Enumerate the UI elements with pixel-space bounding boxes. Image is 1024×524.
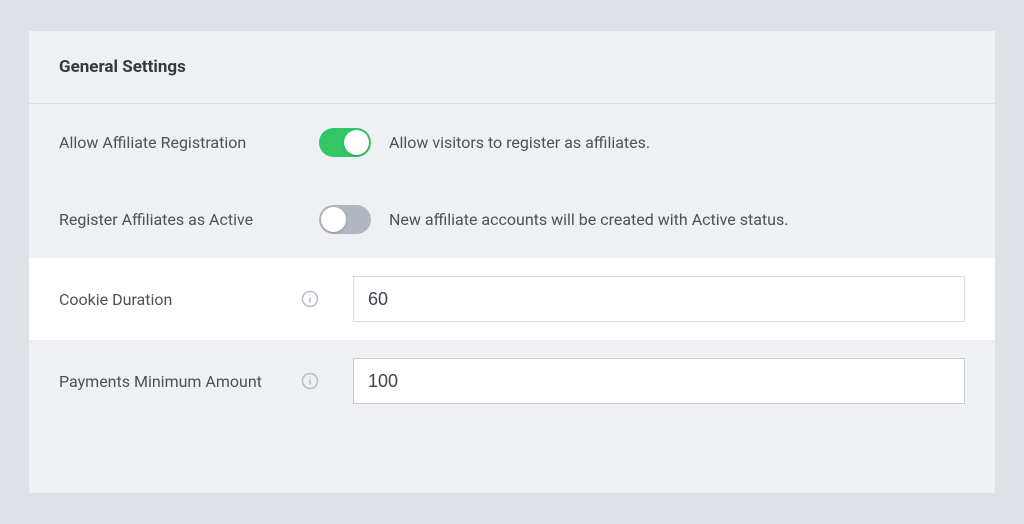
row-allow-registration: Allow Affiliate Registration Allow visit… (29, 104, 995, 181)
toggle-allow-registration[interactable] (319, 128, 371, 157)
row-payments-minimum: Payments Minimum Amount (29, 340, 995, 422)
control-register-as-active (319, 205, 389, 234)
label-cookie-duration: Cookie Duration (59, 290, 319, 309)
toggle-register-as-active[interactable] (319, 205, 371, 234)
panel-title: General Settings (59, 57, 965, 77)
payments-minimum-input[interactable] (353, 358, 965, 404)
input-col-cookie-duration (353, 276, 965, 322)
control-allow-registration (319, 128, 389, 157)
desc-allow-registration: Allow visitors to register as affiliates… (389, 133, 965, 152)
info-icon[interactable] (301, 372, 319, 390)
label-allow-registration: Allow Affiliate Registration (59, 133, 319, 152)
toggle-knob (344, 130, 369, 155)
desc-register-as-active: New affiliate accounts will be created w… (389, 210, 965, 229)
cookie-duration-input[interactable] (353, 276, 965, 322)
general-settings-panel: General Settings Allow Affiliate Registr… (28, 30, 996, 494)
label-payments-minimum: Payments Minimum Amount (59, 372, 319, 391)
row-cookie-duration: Cookie Duration (29, 258, 995, 340)
panel-body: Allow Affiliate Registration Allow visit… (29, 104, 995, 422)
label-register-as-active: Register Affiliates as Active (59, 210, 319, 229)
panel-header: General Settings (29, 31, 995, 104)
toggle-knob (321, 207, 346, 232)
row-register-as-active: Register Affiliates as Active New affili… (29, 181, 995, 258)
info-icon[interactable] (301, 290, 319, 308)
input-col-payments-minimum (353, 358, 965, 404)
